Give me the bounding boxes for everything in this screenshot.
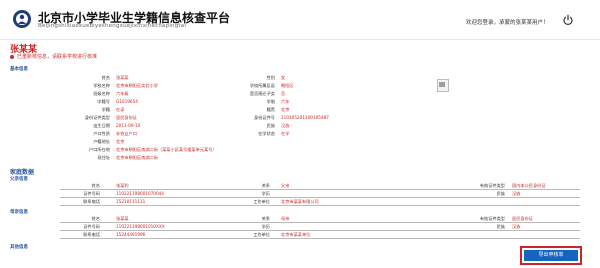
field-value: 在读	[116, 107, 125, 112]
school-emblem-icon	[13, 10, 31, 28]
power-icon[interactable]	[562, 14, 574, 26]
row-divider	[60, 238, 580, 239]
field-value: 张某某	[116, 75, 129, 80]
warning-dot-icon	[10, 55, 14, 59]
field-value: 否	[281, 91, 286, 96]
field-label: 现住址	[97, 155, 110, 160]
row-divider	[60, 230, 580, 231]
field-label: 籍贯	[266, 107, 275, 112]
field-label: 户籍地址	[93, 139, 110, 144]
field-label: 是否随迁子女	[249, 91, 275, 96]
row-divider	[60, 222, 580, 223]
field-value: 北京	[116, 139, 125, 144]
field-label: 学籍号	[97, 99, 110, 104]
field-label: 学校所属区县	[249, 83, 275, 88]
field-label: 身份证件号	[254, 115, 275, 120]
field-value: 在学	[281, 131, 290, 136]
field-label: 学校名称	[93, 83, 110, 88]
field-value: 六年级	[116, 91, 129, 96]
field-label: 户口性质	[93, 131, 110, 136]
field-value: 北京市朝阳区实验小学	[116, 83, 158, 88]
field-value: 北京市朝阳区南湖二街	[116, 155, 158, 160]
field-label: 学籍	[101, 107, 110, 112]
row-divider	[60, 197, 580, 198]
field-value: 2011-09-10	[116, 123, 141, 128]
father-info-title: 父亲信息	[10, 177, 28, 182]
field-label: 户口所在地	[89, 147, 110, 152]
basic-info-title: 基本信息	[10, 67, 28, 72]
field-value: 女	[281, 75, 286, 80]
field-label: 姓名	[101, 75, 110, 80]
field-label: 班级名称	[93, 91, 110, 96]
field-label: 性别	[266, 75, 275, 80]
other-info-title: 其他信息	[10, 245, 28, 250]
field-label: 出生日期	[93, 123, 110, 128]
field-value: G1019654	[116, 99, 138, 104]
row-divider	[60, 189, 580, 190]
field-value: 非农业户口	[116, 131, 137, 136]
row-divider	[60, 205, 580, 206]
welcome-text: 欢迎您登录，承蒙的张某某用户！	[466, 20, 549, 26]
field-value: 朝阳区	[281, 83, 294, 88]
field-value: 110105201109105487	[281, 115, 329, 120]
field-value: 汉族	[281, 123, 290, 128]
export-button[interactable]: 导出申核单	[524, 250, 578, 261]
field-value: 15244491996	[116, 232, 146, 237]
broken-image-icon	[439, 82, 445, 87]
header-divider	[0, 39, 600, 40]
field-value: 居民身份证	[116, 115, 137, 120]
field-label: 身份证件类型	[84, 115, 110, 120]
field-value: 北京	[281, 107, 290, 112]
mother-info-title: 母亲信息	[10, 210, 28, 215]
field-value: 15210111111	[116, 199, 146, 204]
field-label: 民族	[266, 123, 275, 128]
warning-text: 已重新核信息，请联系学校进行核准	[17, 54, 98, 60]
field-value: 六年	[281, 99, 290, 104]
site-subtitle: Beijingshixiaoxuebiyeshengxuejixinxihech…	[38, 23, 187, 29]
family-section-title: 家庭数据	[10, 169, 35, 176]
field-label: 学制	[266, 99, 275, 104]
field-label: 在学状态	[258, 131, 275, 136]
field-value: 110221198001070044	[116, 191, 164, 196]
field-value: 110221198001010XXX	[116, 224, 165, 229]
field-value: 北京市朝阳区南湖二街（某某小区某号楼某单元某号）	[116, 147, 217, 152]
